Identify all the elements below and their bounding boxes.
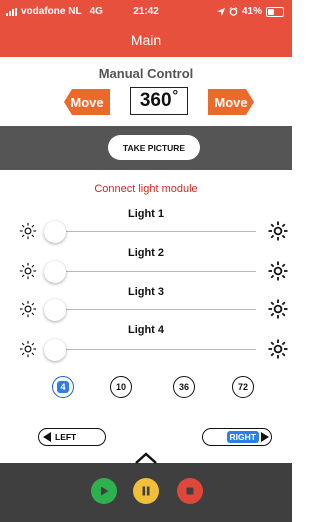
play-icon <box>101 486 109 496</box>
sun-small-icon <box>19 300 37 318</box>
direction-right-label: RIGHT <box>226 431 259 443</box>
pause-button[interactable] <box>133 478 159 504</box>
location-arrow-icon <box>216 7 225 16</box>
move-right-button[interactable]: Move <box>208 89 254 115</box>
app-header: vodafone NL 4G 21:42 41% Main <box>0 0 292 57</box>
sun-large-icon <box>268 261 288 281</box>
step-option-label: 36 <box>178 382 189 392</box>
pause-icon <box>142 486 150 496</box>
direction-left-button[interactable]: LEFT <box>38 428 106 446</box>
sun-small-icon <box>19 262 37 280</box>
step-option-label: 72 <box>237 382 248 392</box>
light-1-label: Light 1 <box>127 208 165 220</box>
alarm-icon <box>229 7 238 16</box>
light-3-slider[interactable] <box>44 299 256 321</box>
slider-track <box>54 271 256 272</box>
light-4-label: Light 4 <box>127 324 165 336</box>
sun-large-icon <box>268 299 288 319</box>
status-time: 21:42 <box>133 6 159 17</box>
light-4-slider[interactable] <box>44 339 256 361</box>
stop-button[interactable] <box>177 478 203 504</box>
battery-percent: 41% <box>241 6 262 17</box>
light-2-slider[interactable] <box>44 261 256 283</box>
arrow-right-icon <box>261 432 269 442</box>
step-option-label: 10 <box>115 382 126 392</box>
page-title: Main <box>130 32 162 48</box>
chevron-up-icon[interactable] <box>135 452 157 464</box>
slider-thumb[interactable] <box>44 261 66 283</box>
light-1-slider[interactable] <box>44 221 256 243</box>
slider-track <box>54 349 256 350</box>
slider-track <box>54 231 256 232</box>
play-button[interactable] <box>91 478 117 504</box>
status-bar: vodafone NL 4G 21:42 41% <box>0 6 292 20</box>
move-left-button[interactable]: Move <box>64 89 110 115</box>
direction-right-button[interactable]: RIGHT <box>202 428 272 446</box>
connect-light-module-link[interactable]: Connect light module <box>0 183 292 195</box>
take-picture-button[interactable]: TAKE PICTURE <box>108 135 200 160</box>
slider-thumb[interactable] <box>44 299 66 321</box>
step-option-36[interactable]: 36 <box>173 376 195 398</box>
manual-control-label: Manual Control <box>98 66 194 81</box>
sun-small-icon <box>19 222 37 240</box>
stop-icon <box>186 487 194 495</box>
step-option-label: 4 <box>57 381 69 393</box>
light-3-label: Light 3 <box>127 286 165 298</box>
sun-large-icon <box>268 339 288 359</box>
sun-small-icon <box>19 340 37 358</box>
step-option-4[interactable]: 4 <box>52 376 74 398</box>
battery-icon <box>266 6 284 17</box>
arrow-left-icon <box>43 432 51 442</box>
slider-thumb[interactable] <box>44 339 66 361</box>
slider-thumb[interactable] <box>44 221 66 243</box>
light-2-label: Light 2 <box>127 247 165 259</box>
angle-value: 360 <box>139 90 172 111</box>
angle-input[interactable]: 360 ° <box>130 87 188 115</box>
slider-track <box>54 309 256 310</box>
sun-large-icon <box>268 221 288 241</box>
degree-symbol: ° <box>172 87 179 103</box>
direction-left-label: LEFT <box>55 432 77 442</box>
step-option-72[interactable]: 72 <box>232 376 254 398</box>
step-option-10[interactable]: 10 <box>110 376 132 398</box>
